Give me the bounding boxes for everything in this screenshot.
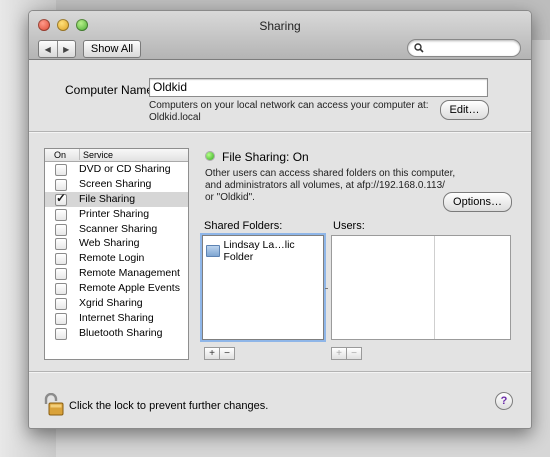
service-checkbox[interactable] [55, 268, 67, 281]
service-row[interactable]: Remote Apple Events [45, 281, 188, 296]
status-text: File Sharing: On [222, 150, 309, 164]
service-name: Screen Sharing [79, 177, 152, 190]
service-list[interactable]: On Service DVD or CD Sharing Screen Shari… [44, 148, 189, 360]
service-row[interactable]: File Sharing [45, 191, 188, 207]
remove-user-button[interactable]: − [347, 348, 361, 359]
back-forward-control: ◀ ▶ [38, 40, 76, 58]
description-line: Computers on your local network can acce… [149, 100, 429, 111]
sharing-info: Other users can access shared folders on… [205, 168, 455, 204]
divider [29, 131, 531, 133]
service-name: File Sharing [79, 192, 136, 205]
status-indicator-icon [206, 152, 214, 160]
service-name: Remote Login [79, 252, 145, 265]
help-button[interactable]: ? [495, 392, 513, 410]
options-button[interactable]: Options… [443, 192, 512, 212]
users-list[interactable] [331, 235, 511, 340]
service-checkbox[interactable] [55, 191, 67, 206]
service-checkbox[interactable] [55, 178, 67, 191]
service-row[interactable]: Scanner Sharing [45, 222, 188, 237]
lock-icon[interactable] [43, 392, 65, 420]
service-checkbox[interactable] [55, 164, 67, 176]
service-name: Remote Management [79, 267, 180, 280]
service-row[interactable]: Web Sharing [45, 236, 188, 251]
show-all-button[interactable]: Show All [83, 40, 141, 58]
list-splitter[interactable] [325, 288, 328, 289]
service-name: Remote Apple Events [79, 282, 180, 295]
shared-folders-add-remove: + − [204, 347, 235, 360]
divider [29, 371, 531, 373]
edit-button[interactable]: Edit… [440, 100, 489, 120]
search-icon [414, 43, 424, 53]
service-name: Printer Sharing [79, 207, 150, 220]
shared-folders-label: Shared Folders: [204, 220, 283, 232]
service-row[interactable]: Remote Login [45, 251, 188, 266]
service-name: Bluetooth Sharing [79, 326, 163, 339]
service-row[interactable]: Bluetooth Sharing [45, 326, 188, 341]
remove-folder-button[interactable]: − [220, 348, 234, 359]
column-divider [434, 236, 435, 339]
add-user-button[interactable]: + [332, 348, 347, 359]
service-row[interactable]: Remote Management [45, 266, 188, 281]
service-checkbox[interactable] [55, 298, 67, 311]
service-checkbox[interactable] [55, 312, 67, 325]
info-line: and administrators all volumes, at afp:/… [205, 180, 445, 191]
computer-name-field[interactable]: Oldkid [149, 78, 488, 97]
service-checkbox[interactable] [55, 238, 67, 251]
column-header-service[interactable]: Service [79, 149, 113, 160]
service-name: Scanner Sharing [79, 222, 158, 235]
service-checkbox[interactable] [55, 253, 67, 266]
service-checkbox[interactable] [55, 283, 67, 296]
folder-icon [206, 245, 221, 257]
computer-name-label: Computer Name: [65, 83, 157, 97]
forward-icon[interactable]: ▶ [58, 41, 76, 57]
column-header-on[interactable]: On [54, 150, 66, 160]
service-row[interactable]: Xgrid Sharing [45, 296, 188, 311]
service-checkbox[interactable] [55, 223, 67, 236]
service-name: DVD or CD Sharing [79, 163, 171, 175]
local-hostname: Oldkid.local [149, 112, 201, 123]
service-checkbox[interactable] [55, 208, 67, 221]
service-name: Internet Sharing [79, 311, 154, 324]
add-folder-button[interactable]: + [205, 348, 220, 359]
sharing-window: Sharing ◀ ▶ Show All Computer Name: Oldk… [28, 10, 532, 429]
back-icon[interactable]: ◀ [39, 41, 58, 57]
service-checkbox[interactable] [55, 327, 67, 340]
service-row[interactable]: DVD or CD Sharing [45, 162, 188, 177]
computer-name-description: Computers on your local network can acce… [149, 100, 429, 124]
info-line: Other users can access shared folders on… [205, 168, 456, 179]
shared-folders-list[interactable]: Lindsay La…lic Folder [202, 235, 324, 340]
shared-folder-name: Lindsay La…lic Folder [223, 239, 295, 263]
shared-folder-item[interactable]: Lindsay La…lic Folder [206, 239, 323, 263]
window-title: Sharing [259, 19, 301, 33]
service-row[interactable]: Internet Sharing [45, 311, 188, 326]
service-name: Xgrid Sharing [79, 297, 143, 310]
info-line: or "Oldkid". [205, 192, 255, 203]
search-input[interactable] [407, 39, 521, 57]
service-row[interactable]: Printer Sharing [45, 207, 188, 222]
users-label: Users: [333, 220, 365, 232]
service-name: Web Sharing [79, 237, 140, 250]
titlebar: Sharing ◀ ▶ Show All [29, 11, 531, 60]
service-list-header: On Service [45, 149, 188, 162]
service-row[interactable]: Screen Sharing [45, 177, 188, 192]
lock-message: Click the lock to prevent further change… [69, 400, 269, 412]
users-add-remove: + − [331, 347, 362, 360]
